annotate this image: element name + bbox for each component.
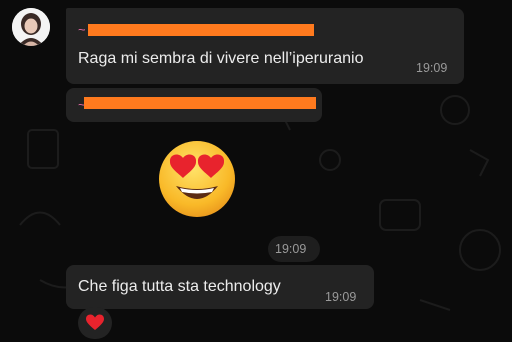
heart-emoji [86,314,104,330]
sender-avatar[interactable] [12,8,50,46]
message-timestamp: 19:09 [416,61,448,75]
message-bubble[interactable]: ~ [66,88,322,122]
message-bubble[interactable]: Che figa tutta sta technology 19:09 [66,265,374,309]
sticker-timestamp-pill: 19:09 [268,236,320,262]
message-text: Raga mi sembra di vivere nell’iperuranio [78,50,364,67]
reaction-badge[interactable] [78,307,112,339]
message-timestamp: 19:09 [325,290,357,304]
message-timestamp: 19:09 [275,242,307,256]
redacted-sender-info [84,97,316,109]
sender-name[interactable]: ~ [78,22,86,37]
heart-eyes-emoji[interactable] [156,138,238,220]
message-text: Che figa tutta sta technology [78,278,281,295]
redacted-sender-info [88,24,314,36]
message-bubble[interactable]: ~ Raga mi sembra di vivere nell’iperuran… [66,8,464,84]
avatar-photo-icon [12,8,50,46]
